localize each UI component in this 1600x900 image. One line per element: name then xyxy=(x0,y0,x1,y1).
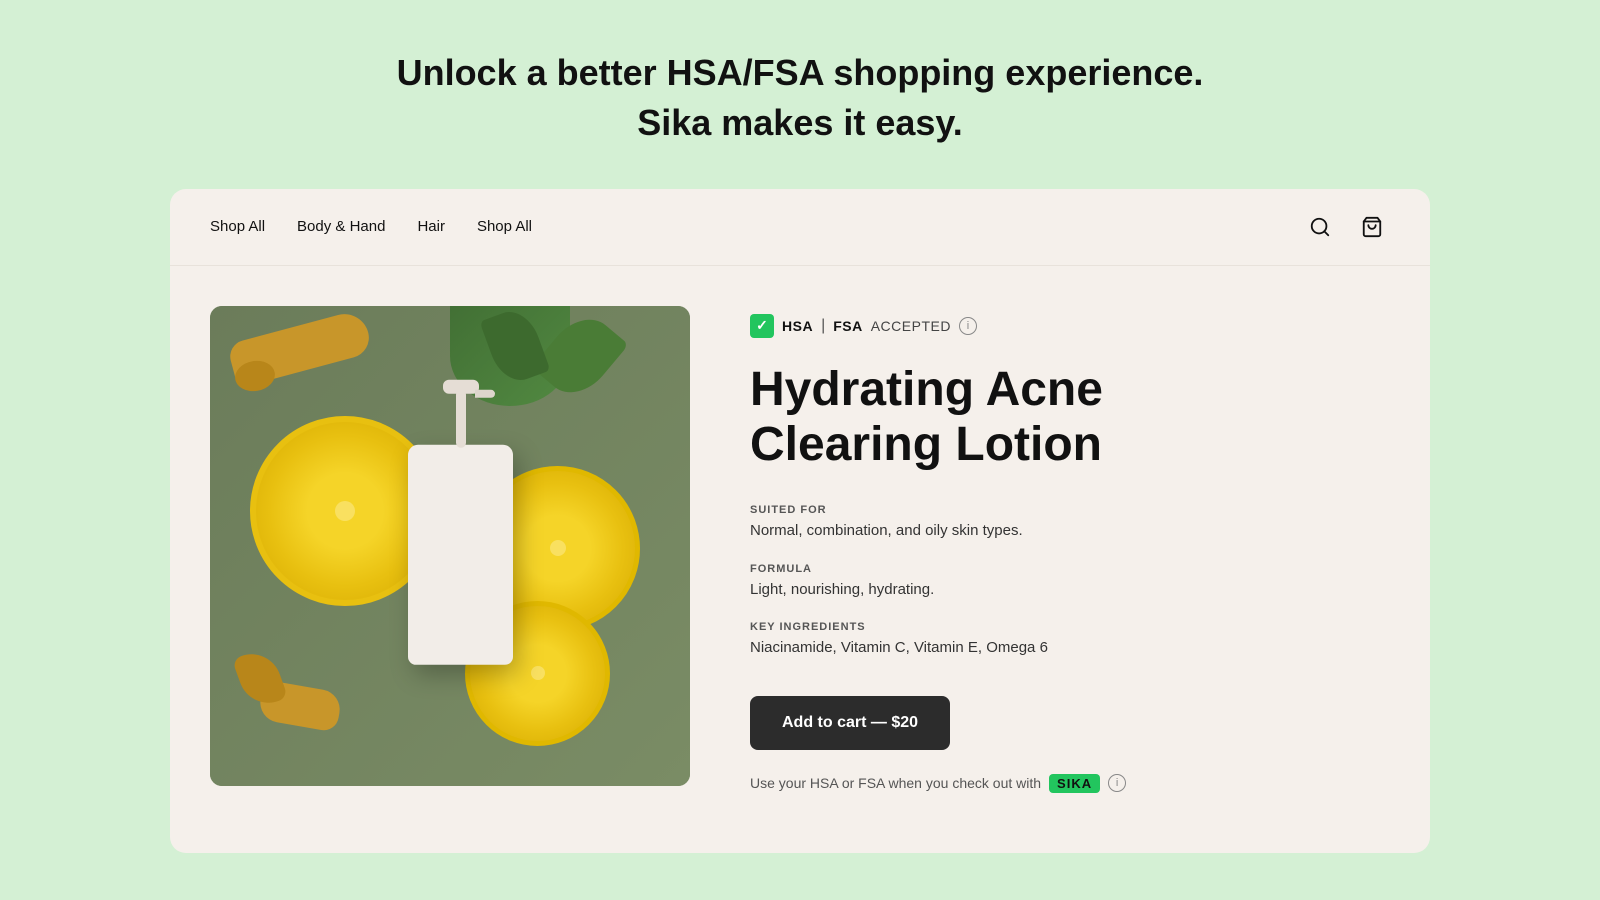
key-ingredients-value: Niacinamide, Vitamin C, Vitamin E, Omega… xyxy=(750,637,1390,660)
product-info: ✓ HSA | FSA ACCEPTED i Hydrating Acne Cl… xyxy=(750,306,1390,793)
checkout-note: Use your HSA or FSA when you check out w… xyxy=(750,774,1390,793)
key-ingredients-label: KEY INGREDIENTS xyxy=(750,621,1390,633)
add-to-cart-button[interactable]: Add to cart — $20 xyxy=(750,696,950,750)
nav-link-shop-all-2[interactable]: Shop All xyxy=(477,218,532,235)
suited-for-group: SUITED FOR Normal, combination, and oily… xyxy=(750,504,1390,543)
suited-for-label: SUITED FOR xyxy=(750,504,1390,516)
hsa-fsa-badge: ✓ HSA | FSA ACCEPTED i xyxy=(750,314,1390,338)
store-card: Shop All Body & Hand Hair Shop All xyxy=(170,189,1430,853)
hsa-label: HSA xyxy=(782,318,813,334)
nav-link-shop-all-1[interactable]: Shop All xyxy=(210,218,265,235)
cart-button[interactable] xyxy=(1354,209,1390,245)
accepted-label: ACCEPTED xyxy=(871,318,951,334)
nav-bar: Shop All Body & Hand Hair Shop All xyxy=(170,189,1430,266)
formula-value: Light, nourishing, hydrating. xyxy=(750,579,1390,602)
cart-icon xyxy=(1361,216,1383,238)
fsa-label: FSA xyxy=(833,318,863,334)
formula-group: FORMULA Light, nourishing, hydrating. xyxy=(750,563,1390,602)
nav-link-hair[interactable]: Hair xyxy=(417,218,445,235)
search-button[interactable] xyxy=(1302,209,1338,245)
nav-link-body-hand[interactable]: Body & Hand xyxy=(297,218,385,235)
hsa-info-icon[interactable]: i xyxy=(959,317,977,335)
formula-label: FORMULA xyxy=(750,563,1390,575)
product-title: Hydrating Acne Clearing Lotion xyxy=(750,362,1390,472)
checkout-note-text: Use your HSA or FSA when you check out w… xyxy=(750,775,1041,791)
main-content: ✓ HSA | FSA ACCEPTED i Hydrating Acne Cl… xyxy=(170,266,1430,793)
product-details: SUITED FOR Normal, combination, and oily… xyxy=(750,504,1390,660)
sika-badge: SIKA xyxy=(1049,774,1100,793)
key-ingredients-group: KEY INGREDIENTS Niacinamide, Vitamin C, … xyxy=(750,621,1390,660)
search-icon xyxy=(1309,216,1331,238)
hsa-fsa-pipe: | xyxy=(821,317,825,335)
hsa-checkmark-icon: ✓ xyxy=(750,314,774,338)
product-image-container xyxy=(210,306,690,786)
product-image xyxy=(210,306,690,786)
suited-for-value: Normal, combination, and oily skin types… xyxy=(750,520,1390,543)
banner-headline: Unlock a better HSA/FSA shopping experie… xyxy=(20,48,1580,149)
top-banner: Unlock a better HSA/FSA shopping experie… xyxy=(0,0,1600,189)
nav-links: Shop All Body & Hand Hair Shop All xyxy=(210,218,532,235)
nav-icons xyxy=(1302,209,1390,245)
sika-info-icon[interactable]: i xyxy=(1108,774,1126,792)
